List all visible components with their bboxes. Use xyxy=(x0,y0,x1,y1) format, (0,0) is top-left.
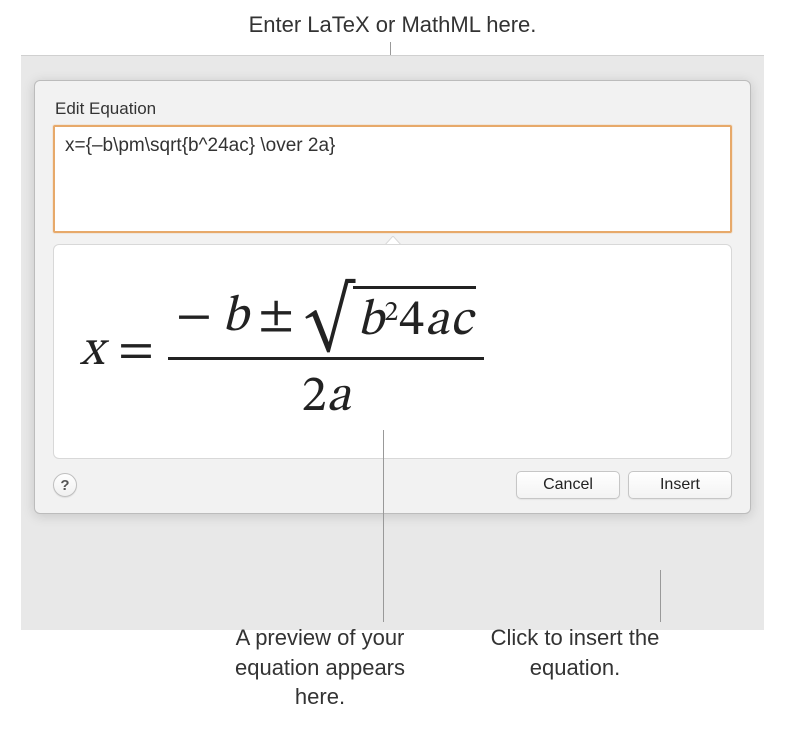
eq-variable-x: x xyxy=(80,320,104,383)
eq-rad-a: a xyxy=(425,290,449,353)
eq-rad-exp: 2 xyxy=(384,296,398,331)
eq-minus: − xyxy=(176,286,212,349)
callout-line-preview xyxy=(383,430,384,622)
eq-rad-c: c xyxy=(450,290,472,353)
callout-input: Enter LaTeX or MathML here. xyxy=(249,10,537,40)
eq-den-a: a xyxy=(327,372,351,422)
eq-rad-4: 4 xyxy=(399,290,424,353)
callout-preview: A preview of your equation appears here. xyxy=(210,623,430,712)
eq-numerator: −b ± √ b24ac xyxy=(168,275,484,357)
help-button[interactable]: ? xyxy=(53,473,77,497)
eq-denominator: 2a xyxy=(302,360,351,429)
eq-rad-b: b xyxy=(357,290,383,353)
eq-equals: = xyxy=(118,320,154,383)
equation-input[interactable] xyxy=(53,125,732,233)
dialog-title: Edit Equation xyxy=(53,99,732,119)
eq-sqrt: √ b24ac xyxy=(304,275,476,353)
eq-den-2: 2 xyxy=(302,372,327,422)
eq-fraction: −b ± √ b24ac 2a xyxy=(168,275,484,429)
equation-preview: x = −b ± √ b24ac 2a xyxy=(53,244,732,459)
eq-b: b xyxy=(222,286,248,349)
cancel-button[interactable]: Cancel xyxy=(516,471,620,499)
edit-equation-dialog: Edit Equation x = −b ± √ b24ac xyxy=(34,80,751,514)
callout-line-insert xyxy=(660,570,661,622)
eq-plusminus: ± xyxy=(258,286,294,349)
eq-radicand: b24ac xyxy=(353,286,476,353)
callout-insert: Click to insert the equation. xyxy=(470,623,680,682)
insert-button[interactable]: Insert xyxy=(628,471,732,499)
dialog-footer: ? Cancel Insert xyxy=(53,471,732,499)
sqrt-icon: √ xyxy=(304,281,353,359)
